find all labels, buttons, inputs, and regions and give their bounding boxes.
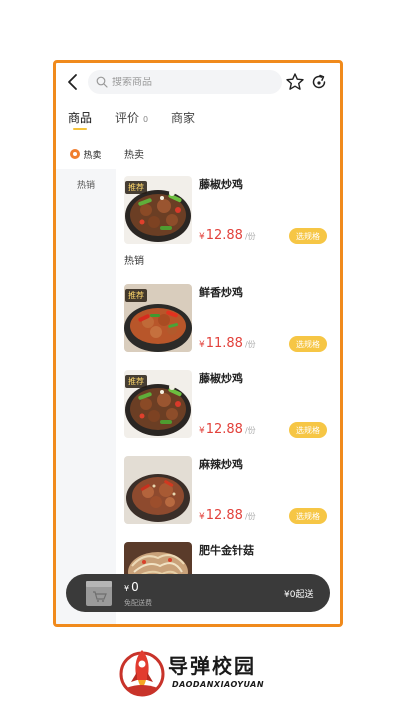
review-count: 0 — [143, 115, 149, 124]
price-value: 11.88 — [205, 336, 243, 351]
tab-goods-label: 商品 — [68, 111, 93, 125]
category-item-hot-sale[interactable]: 热卖 — [56, 139, 116, 169]
tab-goods[interactable]: 商品 — [68, 109, 92, 126]
price-value: 12.88 — [205, 508, 243, 523]
top-bar — [56, 63, 340, 101]
recommend-tag: 推荐 — [125, 375, 147, 388]
price-value: 12.88 — [205, 422, 243, 437]
tab-reviews-label: 评价 — [115, 111, 140, 125]
select-spec-button[interactable]: 选规格 — [289, 422, 327, 438]
brand-name-cn: 导弹校园 — [168, 654, 256, 678]
cart-icon[interactable] — [85, 578, 113, 608]
currency-symbol: ¥ — [124, 584, 130, 593]
favorite-star-icon[interactable] — [285, 72, 305, 92]
select-spec-button[interactable]: 选规格 — [289, 336, 327, 352]
select-spec-button[interactable]: 选规格 — [289, 508, 327, 524]
product-name: 藤椒炒鸡 — [199, 178, 243, 191]
currency-symbol: ¥ — [199, 512, 205, 522]
search-input[interactable] — [112, 76, 272, 88]
price-unit: /份 — [244, 512, 256, 521]
app-frame: 商品 评价0 商家 热卖 热销 热卖 — [53, 60, 343, 627]
recommend-tag: 推荐 — [125, 181, 147, 194]
price-unit: /份 — [244, 232, 256, 241]
product-price: ¥12.88/份 — [199, 422, 256, 437]
product-image: 推荐 — [124, 284, 192, 352]
tab-reviews[interactable]: 评价 0 — [115, 109, 148, 126]
price-unit: /份 — [244, 426, 256, 435]
price-unit: /份 — [244, 340, 256, 349]
brand-name-en: DAODANXIAOYUAN — [172, 680, 265, 689]
product-item[interactable]: 推荐 藤椒炒鸡 ¥12.88/份 选规格 — [124, 370, 334, 442]
product-name: 肥牛金针菇 — [199, 544, 254, 557]
product-item[interactable]: 麻辣炒鸡 ¥12.88/份 选规格 — [124, 456, 334, 528]
search-icon — [96, 76, 108, 88]
category-label: 热销 — [76, 180, 95, 191]
currency-symbol: ¥ — [199, 232, 205, 242]
section-title: 热卖 — [124, 150, 144, 161]
price-value: 12.88 — [205, 228, 243, 243]
cart-bar[interactable]: ¥0 免配送费 ¥0起送 — [66, 574, 330, 612]
category-item-best-seller[interactable]: 热销 — [56, 169, 116, 199]
product-name: 麻辣炒鸡 — [199, 458, 243, 471]
product-name: 藤椒炒鸡 — [199, 372, 243, 385]
product-price: ¥12.88/份 — [199, 508, 256, 523]
search-bar[interactable] — [88, 70, 282, 94]
tab-shop-label: 商家 — [171, 111, 196, 125]
share-icon[interactable] — [310, 73, 328, 91]
select-spec-button[interactable]: 选规格 — [289, 228, 327, 244]
rocket-logo-icon — [119, 650, 165, 697]
product-item[interactable]: 推荐 藤椒炒鸡 ¥12.88/份 选规格 — [124, 176, 334, 248]
product-image: 推荐 — [124, 176, 192, 244]
product-list: 热卖 推荐 藤椒炒鸡 ¥12.88/份 选规格 热销 推荐 鲜香炒鸡 ¥11.8… — [116, 139, 340, 624]
minimum-order-text: ¥0起送 — [284, 590, 314, 600]
cart-total-value: 0 — [131, 580, 139, 594]
product-item[interactable]: 推荐 鲜香炒鸡 ¥11.88/份 选规格 — [124, 284, 334, 356]
tab-shop[interactable]: 商家 — [171, 109, 195, 126]
product-name: 鲜香炒鸡 — [199, 286, 243, 299]
back-arrow-icon[interactable] — [66, 73, 80, 91]
product-price: ¥12.88/份 — [199, 228, 256, 243]
currency-symbol: ¥ — [199, 426, 205, 436]
category-label: 热卖 — [83, 150, 102, 161]
hot-dot-icon — [70, 149, 81, 159]
currency-symbol: ¥ — [199, 340, 205, 350]
section-title: 热销 — [124, 256, 144, 267]
active-tab-indicator — [73, 128, 87, 130]
recommend-tag: 推荐 — [125, 289, 147, 302]
tab-bar: 商品 评价 0 商家 — [56, 105, 340, 131]
product-image: 推荐 — [124, 370, 192, 438]
product-price: ¥11.88/份 — [199, 336, 256, 351]
category-sidebar: 热卖 热销 — [56, 139, 116, 624]
product-image — [124, 456, 192, 524]
cart-total: ¥0 — [124, 580, 139, 594]
delivery-fee-text: 免配送费 — [124, 599, 152, 607]
